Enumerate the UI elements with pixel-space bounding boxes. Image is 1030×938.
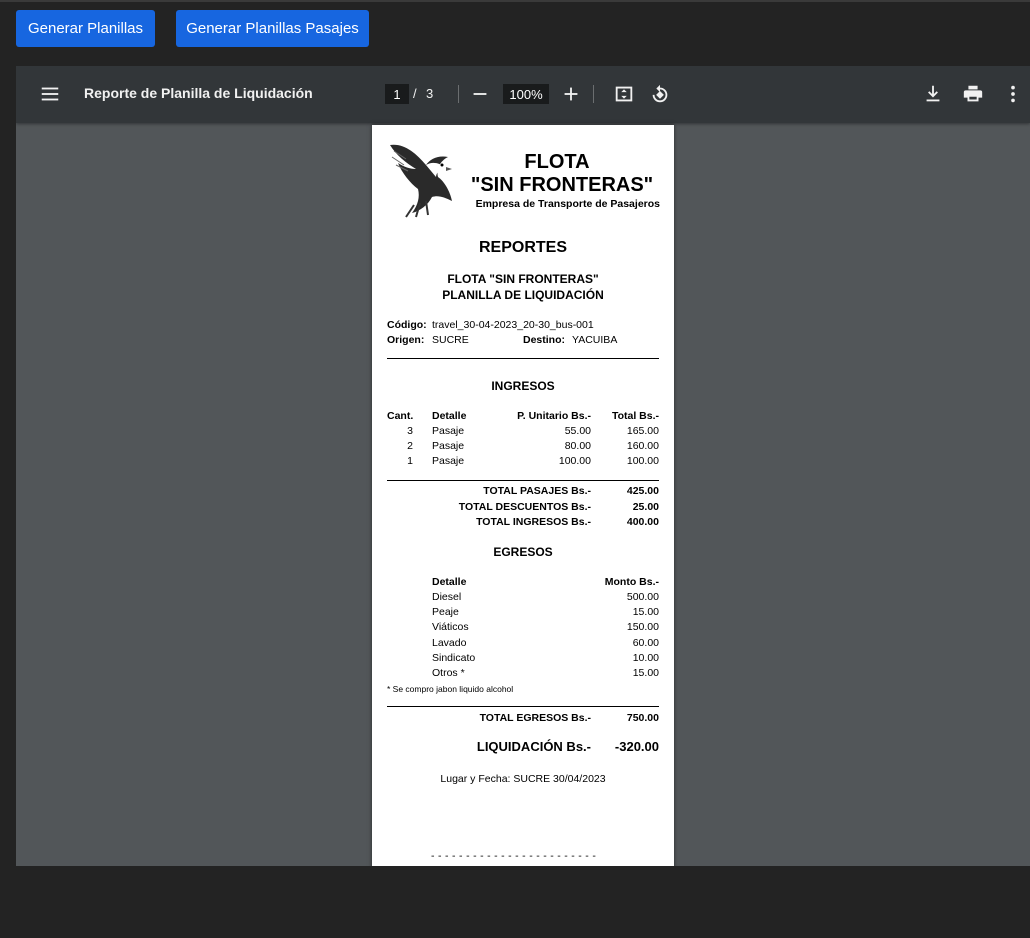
download-icon[interactable]: [921, 82, 945, 106]
page-number-input[interactable]: 1: [385, 84, 409, 104]
egresos-title: EGRESOS: [493, 545, 553, 559]
total-pasajes-label: TOTAL PASAJES Bs.-: [483, 485, 591, 497]
toolbar-divider: [458, 85, 459, 103]
divider: [387, 358, 659, 359]
zoom-out-icon[interactable]: [468, 82, 492, 106]
menu-icon[interactable]: [38, 82, 62, 106]
rotate-icon[interactable]: [648, 82, 672, 106]
total-pasajes-value: 425.00: [626, 485, 659, 497]
total-egresos-value: 750.00: [626, 712, 659, 724]
row-detalle: Pasaje: [432, 425, 465, 437]
col-cant: Cant.: [387, 410, 414, 422]
liquidacion-value: -320.00: [614, 739, 659, 754]
more-vert-icon[interactable]: [1001, 82, 1025, 106]
header-nombre: "SIN FRONTERAS": [470, 174, 654, 196]
egreso-detalle: Sindicato: [432, 652, 476, 664]
egreso-monto: 15.00: [632, 606, 659, 618]
liquidacion-label: LIQUIDACIÓN Bs.-: [476, 739, 591, 754]
zoom-in-icon[interactable]: [559, 82, 583, 106]
codigo-value: travel_30-04-2023_20-30_bus-001: [432, 319, 594, 331]
eagle-logo-icon: [386, 139, 466, 219]
col-egreso-detalle: Detalle: [432, 576, 467, 588]
window-top-border: [0, 0, 1030, 2]
divider: [387, 480, 659, 481]
egreso-detalle: Viáticos: [432, 621, 469, 633]
egreso-detalle: Diesel: [432, 591, 462, 603]
ingresos-title: INGRESOS: [491, 379, 555, 393]
report-subtitle-2: PLANILLA DE LIQUIDACIÓN: [442, 288, 604, 302]
egreso-monto: 15.00: [632, 667, 659, 679]
row-total: 100.00: [626, 455, 659, 467]
row-detalle: Pasaje: [432, 440, 465, 452]
row-total: 165.00: [626, 425, 659, 437]
generar-planillas-button[interactable]: Generar Planillas: [16, 10, 155, 47]
destino-label: Destino:: [523, 334, 565, 346]
row-cant: 2: [407, 440, 413, 452]
egreso-monto: 60.00: [632, 637, 659, 649]
total-descuentos-label: TOTAL DESCUENTOS Bs.-: [458, 501, 591, 513]
total-pages: 3: [426, 86, 434, 101]
header-empresa: Empresa de Transporte de Pasajeros: [475, 198, 660, 210]
document-title: Reporte de Planilla de Liquidación: [84, 85, 313, 101]
divider: [387, 706, 659, 707]
col-total: Total Bs.-: [611, 410, 659, 422]
print-icon[interactable]: [961, 82, 985, 106]
firma-linea: - - - - - - - - - - - - - - - - - - - - …: [431, 850, 597, 862]
pdf-page: FLOTA "SIN FRONTERAS" Empresa de Transpo…: [372, 125, 674, 866]
origen-label: Origen:: [387, 334, 425, 346]
egreso-detalle: Lavado: [432, 637, 467, 649]
pdf-toolbar: Reporte de Planilla de Liquidación 1 / 3…: [16, 66, 1030, 123]
fit-page-icon[interactable]: [612, 82, 636, 106]
toolbar-divider: [593, 85, 594, 103]
row-unitario: 80.00: [564, 440, 591, 452]
header-flota: FLOTA: [524, 151, 590, 173]
row-cant: 1: [407, 455, 413, 467]
generar-planillas-pasajes-button[interactable]: Generar Planillas Pasajes: [176, 10, 369, 47]
egresos-nota: * Se compro jabon liquido alcohol: [387, 684, 514, 694]
codigo-label: Código:: [387, 319, 427, 331]
egreso-detalle: Peaje: [432, 606, 459, 618]
report-subtitle-1: FLOTA "SIN FRONTERAS": [447, 272, 599, 286]
egreso-detalle: Otros *: [432, 667, 465, 679]
row-unitario: 100.00: [558, 455, 591, 467]
total-descuentos-value: 25.00: [632, 501, 659, 513]
row-total: 160.00: [626, 440, 659, 452]
zoom-level-input[interactable]: 100%: [503, 84, 549, 104]
report-heading: REPORTES: [478, 239, 567, 256]
egreso-monto: 500.00: [626, 591, 659, 603]
row-unitario: 55.00: [564, 425, 591, 437]
row-cant: 3: [407, 425, 413, 437]
origen-value: SUCRE: [432, 334, 469, 346]
destino-value: YACUIBA: [572, 334, 618, 346]
page-separator: /: [413, 86, 417, 101]
col-egreso-monto: Monto Bs.-: [604, 576, 659, 588]
egreso-monto: 150.00: [626, 621, 659, 633]
lugar-fecha: Lugar y Fecha: SUCRE 30/04/2023: [440, 773, 606, 785]
pdf-viewer: Reporte de Planilla de Liquidación 1 / 3…: [16, 66, 1030, 866]
col-detalle: Detalle: [432, 410, 467, 422]
row-detalle: Pasaje: [432, 455, 465, 467]
egreso-monto: 10.00: [632, 652, 659, 664]
total-ingresos-label: TOTAL INGRESOS Bs.-: [476, 516, 591, 528]
col-unitario: P. Unitario Bs.-: [517, 410, 591, 422]
total-egresos-label: TOTAL EGRESOS Bs.-: [479, 712, 591, 724]
total-ingresos-value: 400.00: [626, 516, 659, 528]
